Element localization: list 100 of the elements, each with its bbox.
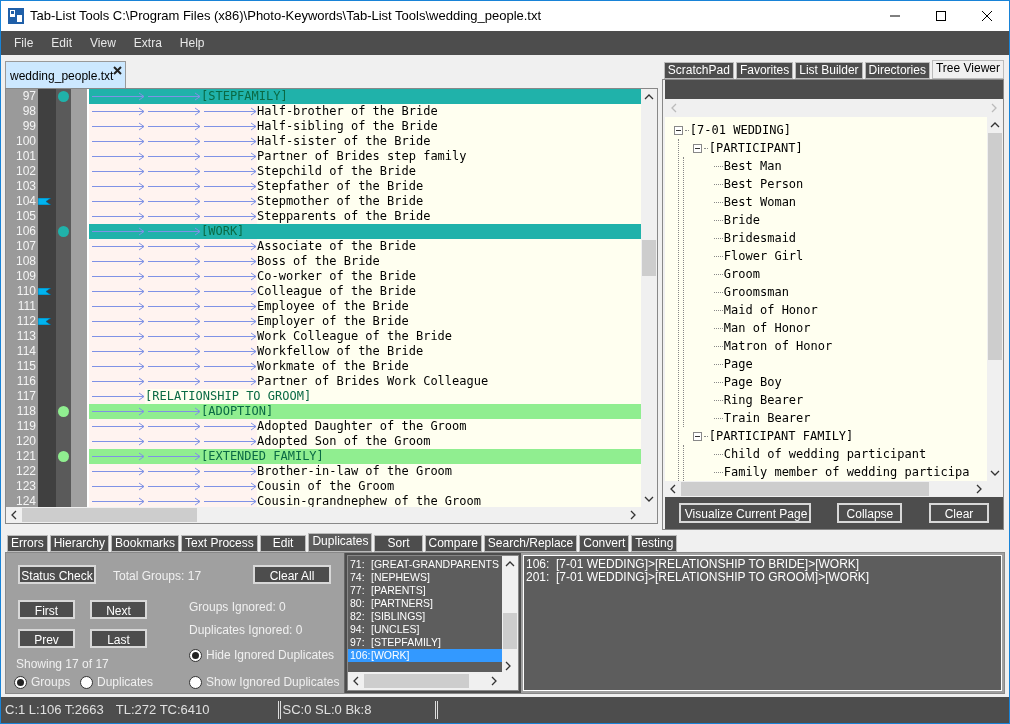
- panel-tab[interactable]: Duplicates: [308, 533, 373, 552]
- tree-item[interactable]: Groom: [723, 265, 760, 283]
- tree-item[interactable]: Maid of Honor: [723, 301, 818, 319]
- showing-label: Showing 17 of 17: [16, 656, 109, 673]
- groups-ignored-label: Groups Ignored: 0: [189, 599, 286, 616]
- line-number: 118: [16, 404, 36, 419]
- tree-item[interactable]: [PARTICIPANT]: [708, 139, 803, 157]
- panel-tab[interactable]: ScratchPad: [663, 62, 734, 79]
- tree-item[interactable]: [PARTICIPANT FAMILY]: [708, 427, 854, 445]
- menu-item[interactable]: File: [7, 34, 41, 52]
- tree-item[interactable]: Child of wedding participant: [723, 445, 927, 463]
- line-number: 97: [22, 89, 36, 104]
- line-text: Stepfather of the Bride: [257, 179, 424, 194]
- panel-tab[interactable]: Edit: [259, 535, 307, 552]
- panel-tab[interactable]: Sort: [374, 535, 423, 552]
- tree-item[interactable]: Family member of wedding participa: [723, 463, 970, 481]
- line-number: 100: [15, 134, 36, 149]
- panel-button[interactable]: Last: [90, 629, 147, 648]
- line-number: 115: [16, 359, 36, 374]
- panel-tab[interactable]: List Builder: [795, 62, 863, 79]
- panel-button[interactable]: Status Check: [18, 565, 96, 584]
- list-item[interactable]: 80: [PARTNERS]: [348, 597, 502, 610]
- collapse-icon[interactable]: [673, 125, 683, 135]
- panel-button[interactable]: Visualize Current Page: [678, 503, 811, 523]
- line-number: 108: [15, 254, 36, 269]
- line-number: 112: [16, 314, 36, 329]
- line-number: 104: [15, 194, 36, 209]
- line-number: 101: [15, 149, 36, 164]
- tree-item[interactable]: Page Boy: [723, 373, 782, 391]
- tree-item[interactable]: Best Woman: [723, 193, 797, 211]
- collapse-icon[interactable]: [692, 431, 702, 441]
- panel-button[interactable]: First: [18, 600, 75, 619]
- result-line: 106: [7-01 WEDDING]>[RELATIONSHIP TO BRIDE]>[WORK]: [526, 558, 861, 571]
- scrollbar-thumb[interactable]: [988, 133, 1002, 360]
- panel-tab[interactable]: Directories: [864, 62, 930, 79]
- tree-item[interactable]: Page: [723, 355, 753, 373]
- line-text: Partner of Brides Work Colleague: [257, 374, 489, 389]
- tree-item[interactable]: Best Man: [723, 157, 782, 175]
- line-text: Half-brother of the Bride: [257, 104, 438, 119]
- maximize-icon[interactable]: [936, 11, 946, 21]
- menu-item[interactable]: View: [83, 34, 123, 52]
- line-number: 114: [16, 344, 36, 359]
- tree-item[interactable]: Groomsman: [723, 283, 789, 301]
- panel-button[interactable]: Prev: [18, 629, 75, 648]
- tree-item[interactable]: [7-01 WEDDING]: [689, 121, 791, 139]
- panel-tab[interactable]: Errors: [7, 535, 48, 552]
- close-icon[interactable]: [113, 66, 122, 75]
- list-item[interactable]: 94: [UNCLES]: [348, 623, 502, 636]
- list-item[interactable]: 74: [NEPHEWS]: [348, 571, 502, 584]
- scrollbar-thumb[interactable]: [641, 240, 656, 276]
- tree-item[interactable]: Bridesmaid: [723, 229, 797, 247]
- tree-item[interactable]: Man of Honor: [723, 319, 811, 337]
- panel-tab[interactable]: Text Process: [181, 535, 258, 552]
- collapse-icon[interactable]: [692, 143, 702, 153]
- list-item[interactable]: 97: [STEPFAMILY]: [348, 636, 502, 649]
- panel-tab[interactable]: Compare: [424, 535, 482, 552]
- panel-tab[interactable]: Hierarchy: [49, 535, 110, 552]
- menu-item[interactable]: Help: [172, 34, 212, 52]
- list-item[interactable]: 71: [GREAT-GRANDPARENTS: [348, 558, 502, 571]
- menu-item[interactable]: Extra: [126, 34, 169, 52]
- line-text: Associate of the Bride: [257, 239, 416, 254]
- line-text: Stepchild of the Bride: [257, 164, 416, 179]
- line-text: Cousin-grandnephew of the Groom: [257, 494, 481, 507]
- line-number: 106: [15, 224, 36, 239]
- line-text: Adopted Daughter of the Groom: [257, 419, 467, 434]
- panel-tab[interactable]: Testing: [631, 535, 678, 552]
- document-tab[interactable]: wedding_people.txt: [5, 61, 126, 88]
- list-item[interactable]: 82: [SIBLINGS]: [348, 610, 502, 623]
- tree-item[interactable]: Flower Girl: [723, 247, 804, 265]
- menu-item[interactable]: Edit: [44, 34, 80, 52]
- line-number: 105: [15, 209, 36, 224]
- panel-tab[interactable]: Favorites: [735, 62, 794, 79]
- line-text: Half-sibling of the Bride: [257, 119, 438, 134]
- panel-button[interactable]: Next: [90, 600, 147, 619]
- window-title: Tab-List Tools C:\Program Files (x86)\Photo-Keywords\Tab-List Tools\wedding_people.txt: [30, 7, 542, 26]
- line-number: 107: [15, 239, 36, 254]
- line-number: 116: [16, 374, 36, 389]
- close-icon[interactable]: [982, 11, 992, 21]
- panel-button[interactable]: Collapse: [837, 503, 903, 523]
- list-item[interactable]: 77: [PARENTS]: [348, 584, 502, 597]
- panel-tab[interactable]: Convert: [579, 535, 630, 552]
- line-number: 121: [15, 449, 36, 464]
- tree-item[interactable]: Best Person: [723, 175, 804, 193]
- line-text: Cousin of the Groom: [257, 479, 395, 494]
- tree-item[interactable]: Train Bearer: [723, 409, 811, 427]
- panel-tab[interactable]: Tree Viewer: [931, 60, 1004, 79]
- line-text: Employer of the Bride: [257, 314, 409, 329]
- tree-item[interactable]: Matron of Honor: [723, 337, 833, 355]
- panel-tab[interactable]: Search/Replace: [483, 535, 578, 552]
- result-line: 201: [7-01 WEDDING]>[RELATIONSHIP TO GROOM]>[WORK]: [526, 571, 871, 584]
- panel-button[interactable]: Clear: [929, 503, 989, 523]
- scrollbar-thumb[interactable]: [680, 482, 929, 496]
- scrollbar-thumb[interactable]: [364, 674, 469, 688]
- line-number: 111: [17, 299, 36, 314]
- panel-button[interactable]: Clear All: [253, 565, 331, 584]
- panel-tab[interactable]: Bookmarks: [111, 535, 180, 552]
- tree-item[interactable]: Ring Bearer: [723, 391, 804, 409]
- scrollbar-thumb[interactable]: [22, 508, 197, 522]
- scrollbar-thumb[interactable]: [503, 613, 517, 649]
- tree-item[interactable]: Bride: [723, 211, 760, 229]
